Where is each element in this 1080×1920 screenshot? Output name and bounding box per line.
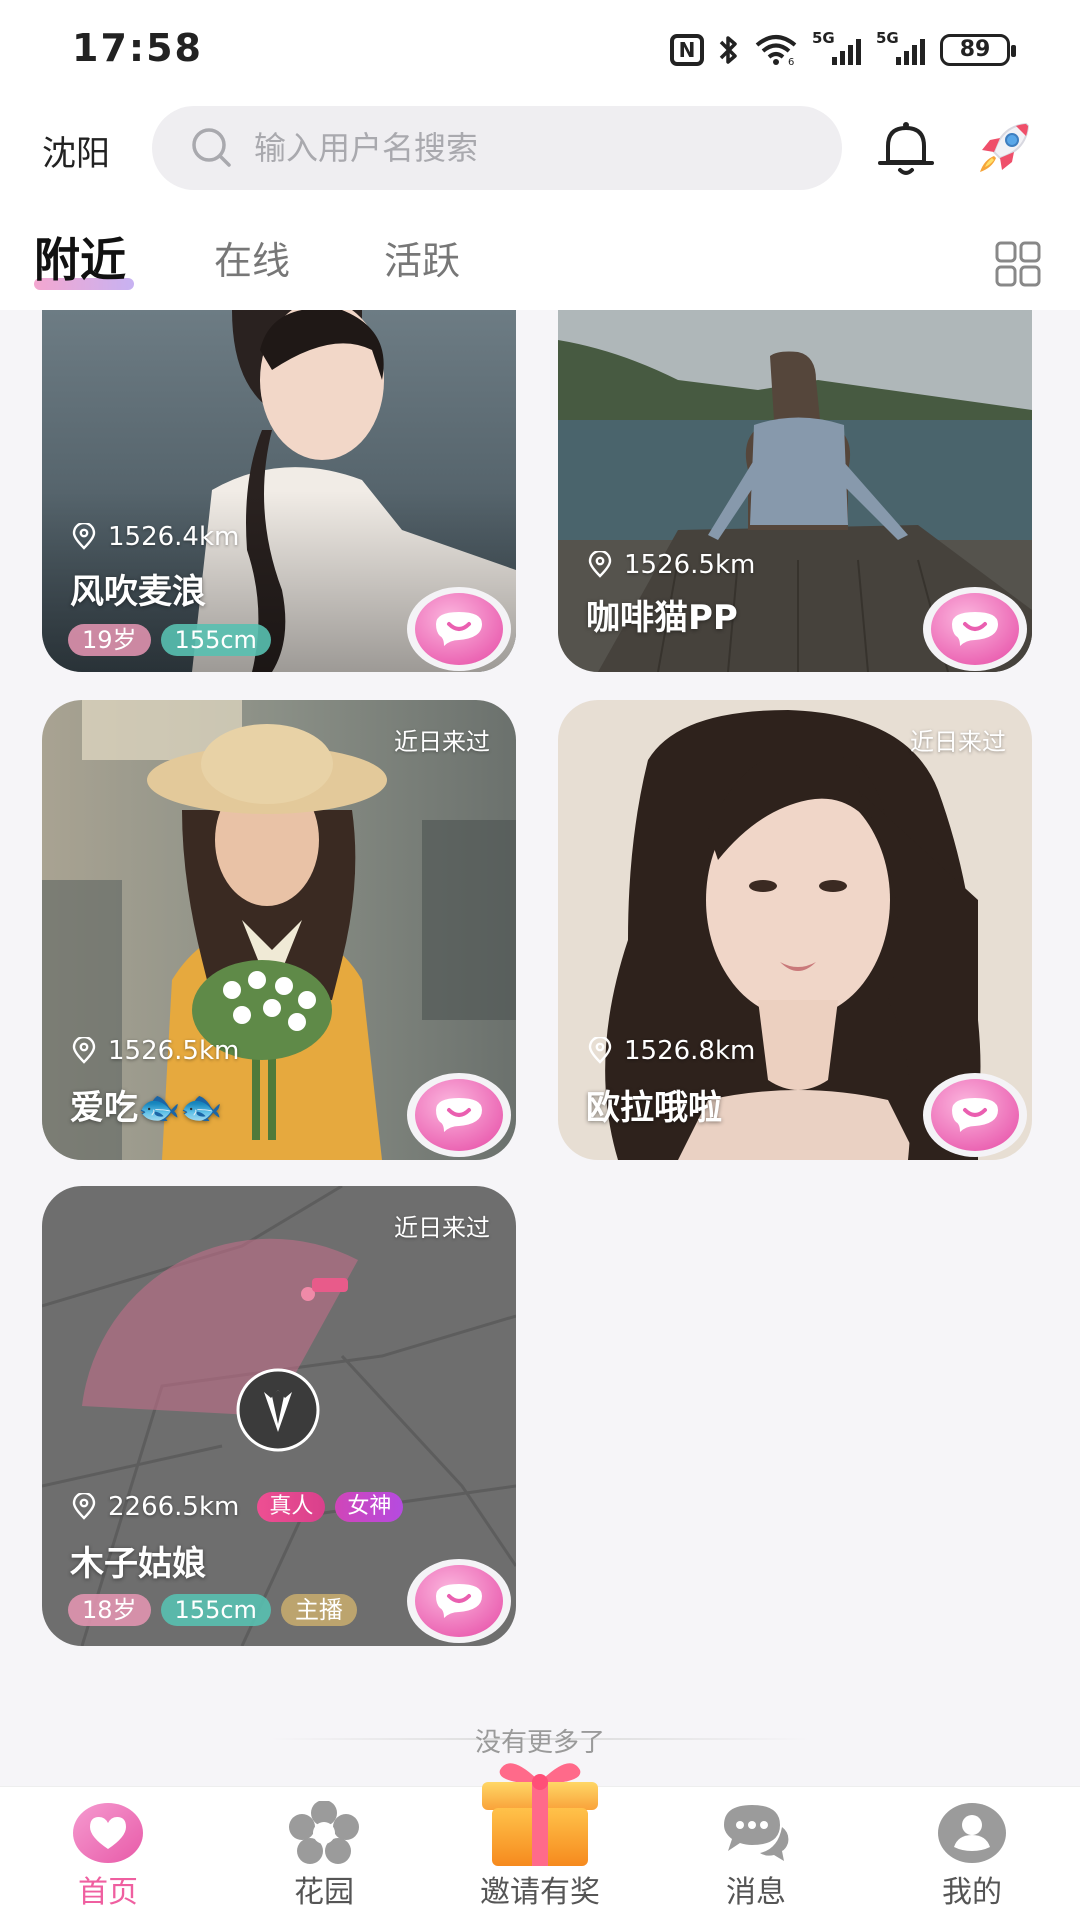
verified-real-badge: 真人 [257,1492,326,1522]
nav-profile-label: 我的 [942,1875,1002,1910]
search-icon [192,128,231,167]
chat-button-icon[interactable] [406,1558,512,1644]
battery-indicator: 89 [940,34,1016,66]
distance-label: 1526.5km [70,1036,239,1066]
distance-value: 1526.8km [624,1036,756,1066]
status-time: 17:58 [72,26,203,70]
tab-active[interactable]: 活跃 [384,230,460,285]
chat-button-icon[interactable] [922,586,1028,672]
status-icons: N 6 5G 5G 89 [670,29,1016,66]
nav-garden[interactable]: 花园 [244,1787,404,1920]
bell-icon[interactable] [876,118,936,180]
search-input[interactable] [254,106,814,190]
flower-icon [289,1801,359,1864]
goddess-badge: 女神 [335,1492,404,1522]
user-name: 咖啡猫PP [586,598,738,638]
chat-button-icon[interactable] [922,1072,1028,1158]
heart-icon [73,1803,143,1863]
nav-home[interactable]: 首页 [28,1787,188,1920]
distance-label: 1526.8km [586,1036,755,1066]
recent-visit-label: 近日来过 [394,1214,490,1242]
height-tag: 155cm [160,1594,271,1626]
status-bar: 17:58 N 6 5G 5G 89 [0,0,1080,100]
location-pin-icon [588,551,612,578]
nav-messages[interactable]: 消息 [676,1787,836,1920]
nav-home-label: 首页 [78,1875,138,1910]
nav-messages-label: 消息 [726,1875,786,1910]
wifi-icon: 6 [755,35,797,66]
age-tag: 19岁 [68,624,151,656]
location-pin-icon [588,1037,612,1064]
user-tags: 18岁 155cm 主播 [68,1594,357,1626]
user-card[interactable]: 近日来过 2266.5km 真人 女神 木子姑娘 18岁 155cm 主播 [42,1186,516,1646]
nav-profile[interactable]: 我的 [892,1787,1052,1920]
bluetooth-icon [719,36,737,64]
user-card[interactable]: 1526.4km 风吹麦浪 19岁 155cm [42,310,516,672]
distance-value: 2266.5km [108,1492,240,1522]
distance-label: 2266.5km 真人 女神 [70,1492,404,1522]
cellular-signal-icon-2: 5G [876,29,926,65]
tab-nearby[interactable]: 附近 [34,224,126,290]
location-pin-icon [72,523,96,550]
height-tag: 155cm [160,624,271,656]
user-name: 木子姑娘 [70,1544,206,1584]
distance-label: 1526.4km [70,522,239,552]
nav-invite-label: 邀请有奖 [480,1875,600,1910]
user-badges: 真人 女神 [257,1492,404,1522]
distance-value: 1526.5km [624,550,756,580]
tab-bar: 附近 在线 活跃 [0,210,1080,310]
svg-text:6: 6 [788,57,794,66]
chat-button-icon[interactable] [406,1072,512,1158]
user-avatar-icon [938,1803,1006,1863]
user-card[interactable]: 1526.5km 咖啡猫PP [558,310,1032,672]
recent-visit-label: 近日来过 [394,728,490,756]
host-tag: 主播 [280,1594,357,1626]
user-name: 欧拉哦啦 [586,1088,722,1128]
user-name: 爱吃🐟🐟 [70,1088,223,1128]
nfc-icon: N [670,34,704,66]
user-card[interactable]: 近日来过 1526.8km 欧拉哦啦 [558,700,1032,1160]
tab-online[interactable]: 在线 [214,230,290,285]
user-tags: 19岁 155cm [68,624,271,656]
top-header: 沈阳 [0,100,1080,210]
distance-value: 1526.5km [108,1036,240,1066]
recent-visit-label: 近日来过 [910,728,1006,756]
user-card[interactable]: 近日来过 1526.5km 爱吃🐟🐟 [42,700,516,1160]
location-pin-icon [72,1493,96,1520]
age-tag: 18岁 [68,1594,151,1626]
user-name: 风吹麦浪 [70,572,206,612]
search-bar[interactable] [152,106,842,190]
chat-bubbles-icon [724,1805,789,1861]
city-selector[interactable]: 沈阳 [42,126,110,175]
distance-label: 1526.5km [586,550,755,580]
chat-button-icon[interactable] [406,586,512,672]
gift-box-icon[interactable] [470,1752,610,1870]
rocket-icon[interactable] [972,116,1036,180]
grid-view-icon[interactable] [994,240,1042,288]
location-pin-icon [72,1037,96,1064]
nav-garden-label: 花园 [294,1875,354,1910]
distance-value: 1526.4km [108,522,240,552]
cellular-signal-icon: 5G [812,29,862,65]
